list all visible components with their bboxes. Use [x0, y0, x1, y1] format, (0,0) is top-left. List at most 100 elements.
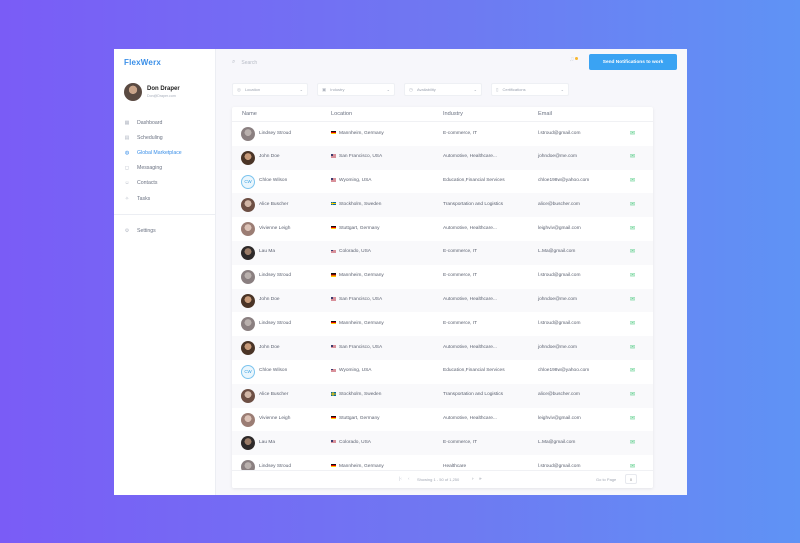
table-row[interactable]: Lindsey Stroud Mannheim, Germany E-commerc… [232, 122, 653, 146]
contact-name[interactable]: John Doe [259, 154, 280, 159]
sidebar-item-dashboard[interactable]: ▦ Dashboard [124, 115, 212, 130]
table-row[interactable]: John Doe San Francisco, USA Automotive, He… [232, 288, 653, 313]
sidebar-item-settings[interactable]: ⚙ Settings [124, 223, 156, 238]
filter-location[interactable]: ◎ Location ⌄ [232, 83, 308, 96]
contact-industry: E-commerce, IT [443, 273, 478, 279]
column-header-industry[interactable]: Industry [443, 111, 463, 117]
table-row[interactable]: Alice Buscher Stockholm, Sweden Transporta… [232, 383, 653, 408]
contact-location: San Francisco, USA [331, 154, 382, 159]
contact-name[interactable]: Alice Buscher [259, 392, 288, 397]
avatar[interactable] [124, 83, 142, 101]
contact-name[interactable]: Lau Ma [259, 249, 275, 254]
certificate-icon: ▯ [496, 86, 499, 92]
send-notifications-button[interactable]: Send Notifications to work [589, 54, 677, 70]
mail-icon[interactable]: ✉ [630, 439, 635, 446]
last-page-button[interactable]: » [479, 476, 482, 481]
contact-email[interactable]: leighviv@gmail.com [538, 416, 581, 421]
prev-page-button[interactable]: ‹ [408, 476, 410, 481]
contact-name[interactable]: John Doe [259, 345, 280, 350]
table-row[interactable]: John Doe San Francisco, USA Automotive, He… [232, 336, 653, 360]
contact-email[interactable]: l.stroud@gmail.com [538, 273, 580, 278]
table-row[interactable]: Lau Ma Colorado, USA E-commerce, IT L.Ma@gm… [232, 431, 653, 456]
table-row[interactable]: CW Chloe Wilson Wyoming, USA Education,Fina… [232, 359, 653, 384]
mail-icon[interactable]: ✉ [630, 415, 635, 422]
location-icon: ◎ [237, 86, 241, 92]
mail-icon[interactable]: ✉ [630, 153, 635, 160]
mail-icon[interactable]: ✉ [630, 367, 635, 374]
mail-icon[interactable]: ✉ [630, 201, 635, 208]
contact-email[interactable]: chloe198w@yahoo.com [538, 368, 589, 373]
contact-email[interactable]: johndoe@me.com [538, 297, 577, 302]
sidebar-item-tasks[interactable]: ✧ Tasks [124, 191, 212, 206]
sidebar-item-scheduling[interactable]: ▤ Scheduling [124, 130, 212, 145]
contact-name[interactable]: Lindsey Stroud [259, 464, 291, 469]
location-text: Stockholm, Sweden [339, 201, 382, 207]
contact-email[interactable]: leighviv@gmail.com [538, 226, 581, 231]
mail-icon[interactable]: ✉ [630, 344, 635, 351]
contact-email[interactable]: alice@buscher.com [538, 202, 580, 207]
location-text: Stuttgart, Germany [339, 225, 380, 231]
next-page-button[interactable]: › [472, 476, 474, 481]
contact-email[interactable]: alice@buscher.com [538, 392, 580, 397]
filter-industry[interactable]: ▣ Industry ⌄ [317, 83, 395, 96]
bell-icon[interactable]: ♫ [569, 56, 574, 63]
mail-icon[interactable]: ✉ [630, 248, 635, 255]
contact-name[interactable]: Lindsey Stroud [259, 131, 291, 136]
table-row[interactable]: John Doe San Francisco, USA Automotive, He… [232, 145, 653, 170]
mail-icon[interactable]: ✉ [630, 320, 635, 327]
contact-email[interactable]: L.Ma@gmail.com [538, 249, 575, 254]
contact-name[interactable]: Vivienne Leigh [259, 416, 290, 421]
mail-icon[interactable]: ✉ [630, 225, 635, 232]
mail-icon[interactable]: ✉ [630, 130, 635, 137]
contact-name[interactable]: Alice Buscher [259, 202, 288, 207]
filter-certifications[interactable]: ▯ Certifications ⌄ [491, 83, 569, 96]
sidebar-item-global-marketplace[interactable]: ◍ Global Marketplace [124, 145, 212, 160]
first-page-button[interactable]: |‹ [399, 476, 402, 481]
contact-email[interactable]: chloe198w@yahoo.com [538, 178, 589, 183]
mail-icon[interactable]: ✉ [630, 463, 635, 470]
column-header-location[interactable]: Location [331, 111, 352, 117]
contact-name[interactable]: Chloe Wilson [259, 368, 287, 373]
table-row[interactable]: Lindsey Stroud Mannheim, Germany E-commerc… [232, 312, 653, 337]
sidebar-item-messaging[interactable]: ◻ Messaging [124, 161, 212, 176]
contact-name[interactable]: John Doe [259, 297, 280, 302]
flag-de-icon [331, 225, 336, 230]
flag-de-icon [331, 463, 336, 468]
contacts-icon: ☺ [124, 180, 130, 187]
filter-availability[interactable]: ◷ Availability ⌄ [404, 83, 482, 96]
table-row[interactable]: Lau Ma Colorado, USA E-commerce, IT L.Ma@gm… [232, 240, 653, 265]
brand-logo[interactable]: FlexWerx [124, 58, 161, 67]
sidebar-item-contacts[interactable]: ☺ Contacts [124, 176, 212, 191]
table-row[interactable]: Vivienne Leigh Stuttgart, Germany Automoti… [232, 217, 653, 241]
mail-icon[interactable]: ✉ [630, 272, 635, 279]
contact-name[interactable]: Lindsey Stroud [259, 273, 291, 278]
mail-icon[interactable]: ✉ [630, 391, 635, 398]
contact-email[interactable]: johndoe@me.com [538, 154, 577, 159]
goto-page-input[interactable] [625, 474, 637, 484]
avatar [241, 127, 255, 141]
contact-email[interactable]: l.stroud@gmail.com [538, 131, 580, 136]
contact-email[interactable]: l.stroud@gmail.com [538, 321, 580, 326]
main-content: ⌕ ♫ Send Notifications to work ◎Location… [216, 49, 687, 495]
user-profile[interactable]: Don Draper Don@Draper.com [124, 83, 180, 101]
contact-email[interactable]: johndoe@me.com [538, 345, 577, 350]
table-row[interactable]: Vivienne Leigh Stuttgart, Germany Automoti… [232, 407, 653, 432]
contact-name[interactable]: Vivienne Leigh [259, 226, 290, 231]
chevron-down-icon: ⌄ [386, 87, 390, 92]
contact-email[interactable]: L.Ma@gmail.com [538, 440, 575, 445]
table-header: Name Location Industry Email [232, 107, 653, 122]
search-input[interactable] [241, 59, 392, 66]
contact-industry: E-commerce, IT [443, 130, 478, 136]
contact-email[interactable]: l.stroud@gmail.com [538, 464, 580, 469]
briefcase-icon: ▣ [322, 86, 327, 92]
mail-icon[interactable]: ✉ [630, 296, 635, 303]
table-row[interactable]: Alice Buscher Stockholm, Sweden Transporta… [232, 193, 653, 218]
column-header-email[interactable]: Email [538, 111, 552, 117]
contact-name[interactable]: Chloe Wilson [259, 178, 287, 183]
table-row[interactable]: CW Chloe Wilson Wyoming, USA Education,Fina… [232, 169, 653, 194]
column-header-name[interactable]: Name [242, 111, 257, 117]
table-row[interactable]: Lindsey Stroud Mannheim, Germany E-commerc… [232, 264, 653, 289]
mail-icon[interactable]: ✉ [630, 177, 635, 184]
contact-name[interactable]: Lau Ma [259, 440, 275, 445]
contact-name[interactable]: Lindsey Stroud [259, 321, 291, 326]
